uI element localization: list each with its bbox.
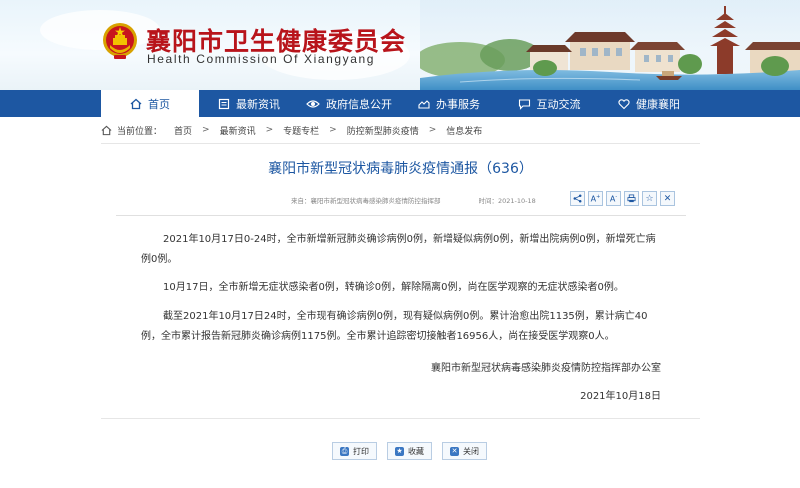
breadcrumb-separator: > [428,125,437,135]
article-paragraph: 2021年10月17日0-24时，全市新增新冠肺炎确诊病例0例，新增疑似病例0例… [141,234,656,265]
national-emblem-icon [103,23,137,59]
close-label: 关闭 [463,446,479,456]
heart-icon [618,98,630,109]
favorite-button[interactable]: ★ 收藏 [387,442,432,460]
nav-item-health[interactable]: 健康襄阳 [599,90,699,117]
close-button[interactable]: ✕ [660,191,675,206]
site-banner: 襄阳市卫生健康委员会 Health Commission Of Xiangyan… [0,0,800,90]
favorite-label: 收藏 [408,446,424,456]
nav-item-label: 健康襄阳 [636,97,680,111]
article-meta: 来自：襄阳市新型冠状病毒感染肺炎疫情防控指挥部 时间：2021-10-18 [291,195,536,205]
share-icon [573,194,582,203]
article-actions: ⎙ 打印 ★ 收藏 ✕ 关闭 [332,442,487,460]
breadcrumb-item-release[interactable]: 信息发布 [446,124,482,137]
share-button[interactable] [570,191,585,206]
home-icon [101,125,112,135]
star-icon: ★ [395,446,404,456]
nav-item-label: 最新资讯 [236,97,280,111]
nav-item-label: 互动交流 [536,97,581,111]
chat-icon [518,98,530,110]
breadcrumb-item-epidemic[interactable]: 防控新型肺炎疫情 [347,124,419,137]
nav-item-label: 政府信息公开 [326,97,392,111]
breadcrumb: 当前位置： 首页 > 最新资讯 > 专题专栏 > 防控新型肺炎疫情 > 信息发布 [101,122,482,138]
article-paragraph: 截至2021年10月17日24时，全市现有确诊病例0例，现有疑似病例0例。累计治… [141,311,648,342]
article-paragraph: 10月17日，全市新增无症状感染者0例，转确诊0例，解除隔离0例，尚在医学观察的… [163,282,624,293]
news-icon [218,98,230,109]
article-signature: 襄阳市新型冠状病毒感染肺炎疫情防控指挥部办公室 [431,363,661,374]
article-title: 襄阳市新型冠状病毒肺炎疫情通报（636） [268,161,533,177]
nav-item-label: 首页 [148,97,170,111]
nav-item-gov-info[interactable]: 政府信息公开 [299,90,399,117]
print-button[interactable]: ⎙ 打印 [332,442,377,460]
nav-item-home[interactable]: 首页 [101,90,199,117]
city-scenery-image [420,0,800,90]
print-label: 打印 [353,446,369,456]
font-increase-button[interactable]: A+ [588,191,603,206]
main-nav: 首页 最新资讯 政府信息公开 办事服务 互动交流 健康襄阳 [0,90,800,117]
favorite-icon: ☆ [645,193,654,204]
font-increase-icon: A+ [590,193,601,204]
nav-item-interaction[interactable]: 互动交流 [499,90,599,117]
home-icon [130,98,142,109]
font-decrease-button[interactable]: A- [606,191,621,206]
article-tools: A+ A- ☆ ✕ [570,191,675,206]
divider [101,418,700,419]
breadcrumb-prefix: 当前位置： [117,126,163,137]
nav-item-services[interactable]: 办事服务 [399,90,499,117]
close-icon: ✕ [450,446,459,456]
divider [116,215,686,216]
breadcrumb-separator: > [265,125,274,135]
favorite-button[interactable]: ☆ [642,191,657,206]
eye-icon [306,99,320,108]
font-decrease-icon: A- [609,193,618,204]
breadcrumb-item-special[interactable]: 专题专栏 [283,124,319,137]
cloud-decoration [40,10,160,50]
print-button[interactable] [624,191,639,206]
breadcrumb-item-news[interactable]: 最新资讯 [220,124,256,137]
site-subtitle: Health Commission Of Xiangyang [147,52,376,66]
close-icon: ✕ [663,193,672,204]
service-icon [418,99,430,109]
nav-item-news[interactable]: 最新资讯 [199,90,299,117]
nav-item-label: 办事服务 [436,97,480,111]
print-icon: ⎙ [340,446,349,456]
article-sign-date: 2021年10月18日 [580,391,661,402]
breadcrumb-separator: > [202,125,210,135]
print-icon [627,194,636,203]
article-date: 时间：2021-10-18 [478,197,536,205]
close-button[interactable]: ✕ 关闭 [442,442,487,460]
breadcrumb-separator: > [329,125,337,135]
divider [101,143,700,144]
article-source: 来自：襄阳市新型冠状病毒感染肺炎疫情防控指挥部 [291,197,441,205]
breadcrumb-item-home[interactable]: 首页 [174,124,192,137]
